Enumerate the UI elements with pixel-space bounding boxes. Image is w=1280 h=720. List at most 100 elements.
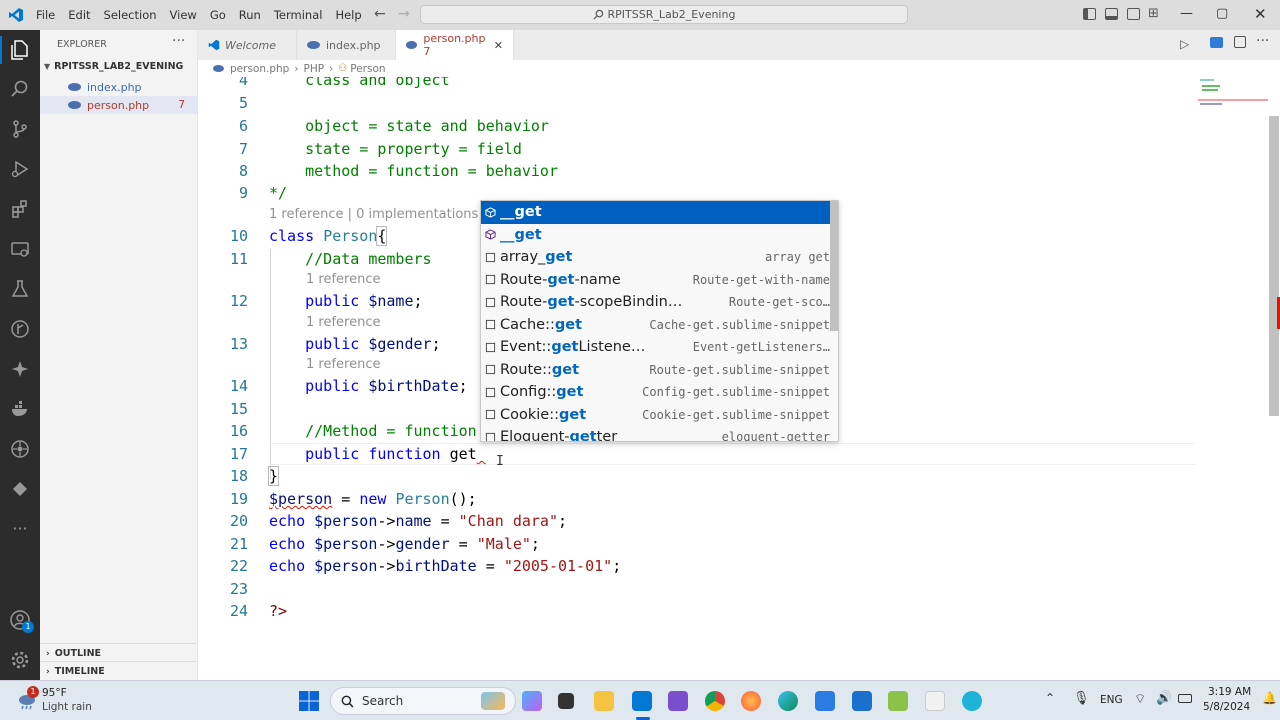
menu-selection[interactable]: Selection xyxy=(104,8,157,22)
editor-more-icon[interactable]: ··· xyxy=(1256,33,1269,49)
settings-gear-icon[interactable] xyxy=(8,648,32,672)
input-language[interactable]: ENG xyxy=(1100,694,1123,706)
tab-person-php[interactable]: person.php 7 ✕ xyxy=(396,30,514,60)
copilot-chat-icon[interactable] xyxy=(962,691,982,711)
azure-icon[interactable] xyxy=(8,477,32,501)
forward-arrow-icon[interactable]: → xyxy=(398,6,410,22)
maximize-button[interactable]: ▢ xyxy=(1216,6,1228,21)
microphone-icon[interactable]: 🎙 xyxy=(1073,691,1090,706)
scrollbar-thumb[interactable] xyxy=(1269,116,1279,416)
close-window-button[interactable]: ✕ xyxy=(1254,5,1267,23)
mail-icon[interactable] xyxy=(852,691,872,711)
suggestion-item[interactable]: Route-get -scopeBindin… Route-get-sco… xyxy=(481,291,838,314)
back-arrow-icon[interactable]: ← xyxy=(374,6,386,22)
suggestion-item[interactable]: __get xyxy=(481,201,838,224)
timeline-section[interactable]: › TIMELINE xyxy=(40,661,197,679)
codelens-reference[interactable]: 1 reference xyxy=(306,315,380,330)
run-debug-icon[interactable] xyxy=(8,157,32,181)
file-item-person[interactable]: person.php 7 xyxy=(40,96,197,114)
breadcrumb-symbol[interactable]: Person xyxy=(350,63,385,75)
accounts-icon[interactable]: 1 xyxy=(8,608,34,633)
windows-start-icon[interactable] xyxy=(298,690,320,712)
clock-time[interactable]: 3:19 AM xyxy=(1208,686,1251,698)
line-number: 11 xyxy=(229,250,248,268)
copilot-app-icon[interactable] xyxy=(522,691,542,711)
suggestion-item[interactable]: Eloquent-get ter eloquent-getter xyxy=(481,426,838,441)
menu-view[interactable]: View xyxy=(170,8,197,22)
volume-icon[interactable]: 🔊 xyxy=(1156,691,1172,706)
source-control-icon[interactable] xyxy=(8,117,32,141)
menu-edit[interactable]: Edit xyxy=(68,8,90,22)
suggestion-item[interactable]: Event:: get Listene… Event-getListeners… xyxy=(481,336,838,359)
taskbar-search-box[interactable]: Search xyxy=(330,687,516,715)
extensions-icon[interactable] xyxy=(8,197,32,221)
project-folder[interactable]: ▼ RPITSSR_LAB2_EVENING xyxy=(44,61,194,77)
line-number: 23 xyxy=(229,580,248,598)
suggestion-item[interactable]: array_ get array get xyxy=(481,246,838,269)
vscode-app-icon[interactable] xyxy=(632,691,652,711)
toggle-panel-icon[interactable] xyxy=(1105,8,1118,20)
code-line: state = property = field xyxy=(269,140,522,158)
firefox-icon[interactable] xyxy=(741,691,761,711)
suggestion-item[interactable]: Route:: get Route-get.sublime-snippet xyxy=(481,359,838,382)
file-explorer-icon[interactable] xyxy=(594,691,614,711)
edge-icon[interactable] xyxy=(778,691,798,711)
suggestion-item[interactable]: Config:: get Config-get.sublime-snippet xyxy=(481,381,838,404)
minimap[interactable] xyxy=(1198,77,1268,117)
toggle-secondary-sidebar-icon[interactable] xyxy=(1127,8,1140,20)
menu-help[interactable]: Help xyxy=(335,8,361,22)
notepad-plus-icon[interactable] xyxy=(888,691,908,711)
task-view-icon[interactable] xyxy=(558,693,574,709)
toggle-primary-sidebar-icon[interactable] xyxy=(1083,8,1096,20)
codelens-reference[interactable]: 1 reference xyxy=(306,272,380,287)
vertical-scrollbar[interactable] xyxy=(1268,77,1280,680)
suggestion-item[interactable]: __get xyxy=(481,224,838,247)
suggestion-item[interactable]: Cookie:: get Cookie-get.sublime-snippet xyxy=(481,404,838,427)
outline-section[interactable]: › OUTLINE xyxy=(40,643,197,661)
tab-index-php[interactable]: index.php xyxy=(297,30,396,60)
testing-icon[interactable] xyxy=(8,277,32,301)
clock-date[interactable]: 5/8/2024 xyxy=(1203,701,1250,713)
kubernetes-icon[interactable] xyxy=(8,437,32,461)
wifi-icon[interactable]: ⌔ xyxy=(1134,691,1146,707)
more-icon[interactable]: ··· xyxy=(8,517,32,541)
breadcrumb-lang[interactable]: PHP xyxy=(304,63,325,75)
breadcrumb-file[interactable]: person.php xyxy=(230,63,289,75)
suggestion-list[interactable]: __get __get array_ get array get Route-get… xyxy=(480,200,839,442)
explorer-more-icon[interactable]: ··· xyxy=(172,33,185,49)
customize-layout-icon[interactable]: ⊞ xyxy=(1148,6,1159,21)
copilot-sparkle-icon[interactable] xyxy=(8,357,32,381)
codelens-class[interactable]: 1 reference | 0 implementations xyxy=(269,207,478,222)
menu-file[interactable]: File xyxy=(36,8,55,22)
codelens-reference[interactable]: 1 reference xyxy=(306,357,380,372)
tab-welcome[interactable]: Welcome xyxy=(198,30,297,60)
remote-explorer-icon[interactable] xyxy=(8,237,32,261)
minimize-button[interactable]: — xyxy=(1180,6,1193,21)
search-icon[interactable] xyxy=(8,77,32,101)
file-item-index[interactable]: index.php xyxy=(40,78,197,96)
line-number: 8 xyxy=(238,162,248,180)
suggestion-item[interactable]: Route-get -name Route-get-with-name xyxy=(481,269,838,292)
menu-go[interactable]: Go xyxy=(210,8,226,22)
menu-run[interactable]: Run xyxy=(239,8,261,22)
open-changes-icon[interactable] xyxy=(1210,37,1223,48)
close-tab-icon[interactable]: ✕ xyxy=(494,39,503,52)
chrome-icon[interactable] xyxy=(705,691,725,711)
menu-terminal[interactable]: Terminal xyxy=(274,8,323,22)
recorder-app-icon[interactable] xyxy=(925,691,945,711)
explorer-icon[interactable] xyxy=(8,38,32,62)
battery-icon[interactable] xyxy=(1178,694,1192,703)
tray-overflow-icon[interactable]: ⌃ xyxy=(1045,691,1055,705)
split-editor-icon[interactable] xyxy=(1234,36,1246,48)
command-center-search[interactable]: RPITSSR_Lab2_Evening xyxy=(420,5,908,24)
weather-widget[interactable]: 1 95°F Light rain xyxy=(14,686,134,716)
docker-icon[interactable] xyxy=(8,397,32,421)
store-icon[interactable] xyxy=(815,691,835,711)
snippet-icon xyxy=(485,410,496,420)
notifications-bell-icon[interactable]: 🔔 xyxy=(1262,691,1277,705)
suggestion-scrollbar[interactable] xyxy=(830,201,838,331)
run-file-icon[interactable]: ▷ xyxy=(1180,37,1189,51)
git-graph-icon[interactable] xyxy=(8,317,32,341)
visual-studio-icon[interactable] xyxy=(668,691,688,711)
suggestion-item[interactable]: Cache:: get Cache-get.sublime-snippet xyxy=(481,314,838,337)
